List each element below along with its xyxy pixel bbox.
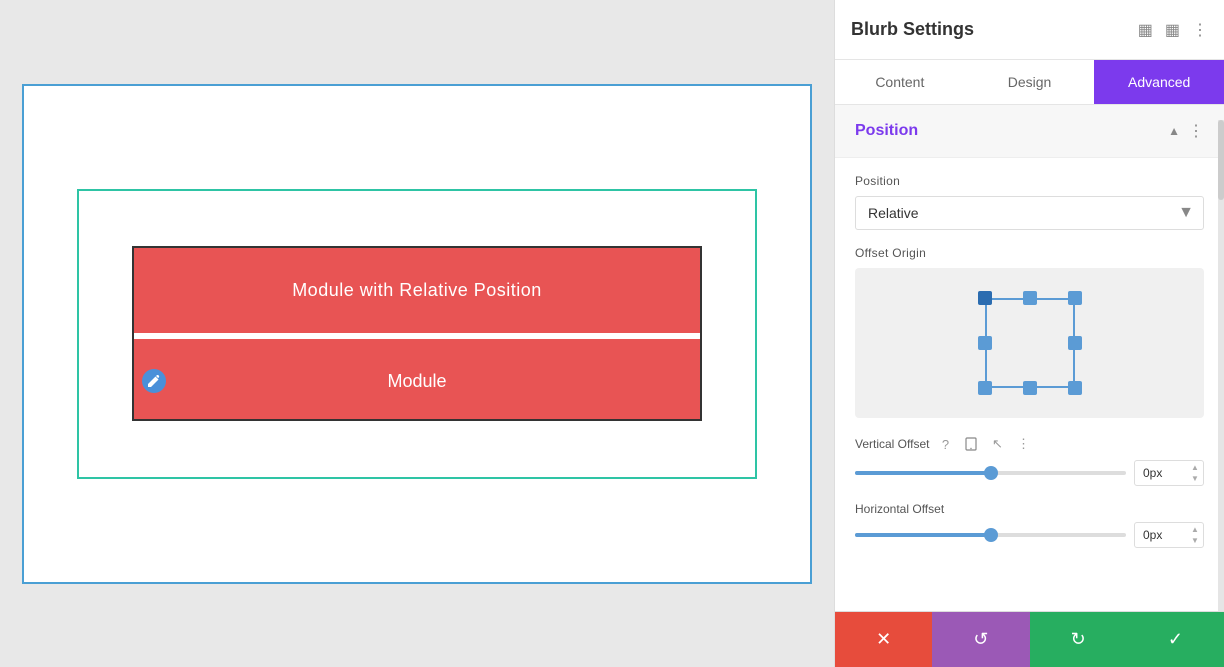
panel-body: Position ▲ ⋮ Position Relative Absolute … (835, 105, 1224, 611)
horizontal-offset-thumb[interactable] (984, 528, 998, 542)
panel-footer: ✕ ↺ ↻ ✓ (835, 611, 1224, 667)
fullscreen-icon[interactable]: ▦ (1138, 20, 1153, 40)
section-title: Position (855, 122, 918, 140)
vertical-offset-label-row: Vertical Offset ? ↖ ⋮ (855, 434, 1204, 454)
position-select-wrapper: Relative Absolute Fixed Static ▼ (855, 196, 1204, 230)
redo-button[interactable]: ↻ (1030, 612, 1127, 667)
cancel-icon: ✕ (876, 629, 891, 650)
horizontal-offset-fill (855, 533, 991, 537)
reset-icon: ↺ (973, 629, 988, 650)
section-header: Position ▲ ⋮ (835, 105, 1224, 158)
vertical-offset-slider-wrapper (855, 471, 1126, 475)
origin-dot-bc[interactable] (1023, 381, 1037, 395)
tabs: Content Design Advanced (835, 60, 1224, 105)
origin-dot-ml[interactable] (978, 336, 992, 350)
module-top-text: Module with Relative Position (292, 280, 542, 301)
vertical-offset-track (855, 471, 1126, 475)
tab-content[interactable]: Content (835, 60, 965, 104)
vertical-offset-row: Vertical Offset ? ↖ ⋮ (855, 434, 1204, 486)
panel-header: Blurb Settings ▦ ▦ ⋮ (835, 0, 1224, 60)
tab-design[interactable]: Design (965, 60, 1095, 104)
vertical-offset-up-arrow[interactable]: ▲ (1188, 462, 1202, 473)
horizontal-offset-up-arrow[interactable]: ▲ (1188, 524, 1202, 535)
origin-dot-br[interactable] (1068, 381, 1082, 395)
position-select[interactable]: Relative Absolute Fixed Static (855, 196, 1204, 230)
origin-dot-tl[interactable] (978, 291, 992, 305)
settings-panel: Blurb Settings ▦ ▦ ⋮ Content Design Adva… (834, 0, 1224, 667)
position-field-row: Position Relative Absolute Fixed Static … (855, 174, 1204, 230)
vertical-offset-slider-row: 0px ▲ ▼ (855, 460, 1204, 486)
reset-button[interactable]: ↺ (932, 612, 1029, 667)
vertical-offset-arrows: ▲ ▼ (1188, 460, 1202, 486)
horizontal-offset-row: Horizontal Offset 0px ▲ ▼ (855, 502, 1204, 548)
scrollbar[interactable] (1218, 120, 1224, 611)
confirm-button[interactable]: ✓ (1127, 612, 1224, 667)
section-body: Position Relative Absolute Fixed Static … (835, 158, 1224, 580)
vertical-offset-tablet-icon[interactable] (961, 434, 981, 454)
scrollbar-thumb[interactable] (1218, 120, 1224, 200)
panel-title: Blurb Settings (851, 19, 974, 40)
section-more-icon[interactable]: ⋮ (1188, 121, 1204, 141)
origin-dot-bl[interactable] (978, 381, 992, 395)
position-label: Position (855, 174, 1204, 188)
horizontal-offset-slider-row: 0px ▲ ▼ (855, 522, 1204, 548)
horizontal-offset-down-arrow[interactable]: ▼ (1188, 535, 1202, 546)
origin-border (985, 298, 1075, 388)
origin-dot-tc[interactable] (1023, 291, 1037, 305)
module-top: Module with Relative Position (134, 248, 700, 333)
section-controls: ▲ ⋮ (1168, 121, 1204, 141)
confirm-icon: ✓ (1168, 629, 1183, 650)
origin-grid (975, 288, 1085, 398)
offset-origin-section: Offset Origin (855, 246, 1204, 418)
horizontal-offset-label: Horizontal Offset (855, 502, 944, 516)
horizontal-offset-arrows: ▲ ▼ (1188, 522, 1202, 548)
vertical-offset-help-icon[interactable]: ? (935, 434, 955, 454)
horizontal-offset-track (855, 533, 1126, 537)
cancel-button[interactable]: ✕ (835, 612, 932, 667)
horizontal-offset-slider-wrapper (855, 533, 1126, 537)
more-icon[interactable]: ⋮ (1192, 20, 1208, 40)
horizontal-offset-input-wrapper: 0px ▲ ▼ (1134, 522, 1204, 548)
columns-icon[interactable]: ▦ (1165, 20, 1180, 40)
panel-header-icons: ▦ ▦ ⋮ (1138, 20, 1208, 40)
outer-frame: Module with Relative Position Module (22, 84, 812, 584)
redo-icon: ↻ (1071, 629, 1086, 650)
edit-icon[interactable] (142, 369, 166, 393)
section-collapse-icon[interactable]: ▲ (1168, 124, 1180, 138)
horizontal-offset-label-row: Horizontal Offset (855, 502, 1204, 516)
offset-origin-box (855, 268, 1204, 418)
vertical-offset-fill (855, 471, 991, 475)
module-bottom-text: Module (387, 371, 446, 392)
inner-frame: Module with Relative Position Module (77, 189, 757, 479)
vertical-offset-thumb[interactable] (984, 466, 998, 480)
offset-origin-label: Offset Origin (855, 246, 1204, 260)
vertical-offset-cursor-icon[interactable]: ↖ (987, 434, 1007, 454)
origin-dot-tr[interactable] (1068, 291, 1082, 305)
vertical-offset-more-icon[interactable]: ⋮ (1013, 434, 1033, 454)
vertical-offset-input-wrapper: 0px ▲ ▼ (1134, 460, 1204, 486)
module-container: Module with Relative Position Module (132, 246, 702, 421)
canvas-area: Module with Relative Position Module (0, 0, 834, 667)
origin-dot-mr[interactable] (1068, 336, 1082, 350)
vertical-offset-down-arrow[interactable]: ▼ (1188, 473, 1202, 484)
module-bottom: Module (134, 339, 700, 421)
tab-advanced[interactable]: Advanced (1094, 60, 1224, 104)
vertical-offset-label: Vertical Offset (855, 437, 929, 451)
